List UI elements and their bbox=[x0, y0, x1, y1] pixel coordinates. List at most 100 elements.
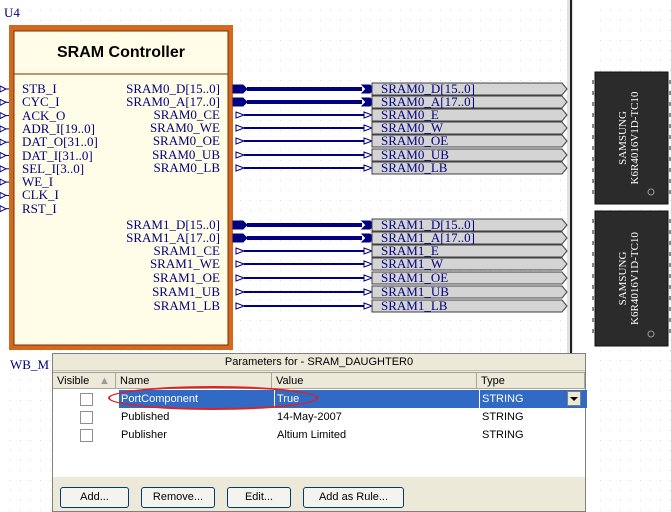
chip-pin bbox=[592, 285, 595, 289]
port-label: SRAM1_LB bbox=[381, 298, 448, 313]
bidirectional-pin-icon bbox=[232, 84, 248, 94]
chip-pin bbox=[592, 124, 595, 128]
left-pin-label: DAT_O[31..0] bbox=[22, 134, 98, 150]
chip-pin bbox=[592, 91, 595, 95]
chip-pin bbox=[592, 274, 595, 278]
chip-pin bbox=[592, 307, 595, 311]
port-arrow-icon bbox=[363, 247, 374, 255]
component-title: SRAM Controller bbox=[57, 44, 185, 61]
highlight-ellipse bbox=[108, 386, 318, 410]
port-arrow-icon bbox=[363, 137, 374, 145]
left-pin-marker-icon bbox=[0, 165, 8, 173]
chip-part-label: K6R4016V1D-TC10 bbox=[629, 91, 641, 185]
chip-pin bbox=[592, 179, 595, 183]
cell-name: Published bbox=[121, 411, 170, 423]
add-button-label: Add... bbox=[80, 491, 109, 503]
chip-pin bbox=[592, 263, 595, 267]
chip-brand-label: SAMSUNG bbox=[617, 251, 629, 306]
right-pin-label: SRAM1_LB bbox=[153, 298, 220, 313]
chip-pin bbox=[592, 252, 595, 256]
left-pin-label: CLK_I bbox=[22, 187, 59, 203]
left-pin-label: ADR_I[19..0] bbox=[22, 120, 95, 136]
cell-type[interactable]: STRING bbox=[480, 426, 587, 444]
cell-value: Altium Limited bbox=[277, 429, 347, 441]
port-arrow-icon bbox=[363, 260, 374, 268]
visible-checkbox[interactable] bbox=[80, 429, 93, 442]
column-header-type[interactable]: Type bbox=[477, 373, 585, 389]
left-pin-marker-icon bbox=[0, 178, 8, 186]
port-arrow-icon bbox=[363, 302, 374, 310]
left-pin-marker-icon bbox=[0, 138, 8, 146]
left-pin-marker-icon bbox=[0, 191, 8, 199]
cell-type[interactable]: STRING bbox=[480, 408, 587, 426]
chip-pin bbox=[592, 318, 595, 322]
cell-value: 14-May-2007 bbox=[277, 411, 342, 423]
column-header-visible[interactable]: Visible ▲ bbox=[53, 373, 116, 389]
visible-checkbox[interactable] bbox=[80, 411, 93, 424]
right-pin-label: SRAM1_UB bbox=[152, 284, 220, 299]
chip-pin bbox=[592, 296, 595, 300]
left-pin-label: WE_I bbox=[22, 174, 54, 190]
column-header-value[interactable]: Value bbox=[272, 373, 477, 389]
output-pin-icon bbox=[235, 151, 246, 159]
chip-pin bbox=[592, 241, 595, 245]
port-label: SRAM1_W bbox=[381, 256, 444, 271]
left-pin-label: RST_I bbox=[22, 200, 57, 216]
left-pin-label: STB_I bbox=[22, 81, 57, 96]
type-dropdown-button[interactable] bbox=[567, 391, 581, 406]
chip-pin bbox=[592, 80, 595, 84]
right-pin-label: SRAM0_OE bbox=[152, 133, 220, 148]
right-pin-label: SRAM1_OE bbox=[152, 270, 220, 285]
component-designator: U4 bbox=[4, 5, 20, 20]
left-pin-label: ACK_O bbox=[22, 107, 66, 123]
chip-pin bbox=[592, 146, 595, 150]
left-pin-marker-icon bbox=[0, 98, 8, 106]
chip-pin bbox=[592, 135, 595, 139]
remove-button-label: Remove... bbox=[152, 491, 204, 503]
left-pin-marker-icon bbox=[0, 205, 8, 213]
chip-pin bbox=[592, 230, 595, 234]
add-as-rule-button[interactable]: Add as Rule... bbox=[303, 487, 404, 508]
bidirectional-pin-icon bbox=[232, 220, 248, 230]
output-pin-icon bbox=[235, 260, 246, 268]
left-pin-marker-icon bbox=[0, 85, 8, 93]
chip-pin bbox=[592, 219, 595, 223]
output-pin-icon bbox=[235, 288, 246, 296]
remove-button[interactable]: Remove... bbox=[141, 487, 215, 508]
bidirectional-pin-icon bbox=[232, 97, 248, 107]
parameter-row[interactable]: Published 14-May-2007 STRING bbox=[53, 408, 585, 426]
chip-pin bbox=[592, 102, 595, 106]
chip-pin bbox=[592, 168, 595, 172]
port-label: SRAM1_OE bbox=[381, 270, 449, 285]
chip-pin bbox=[592, 113, 595, 117]
left-pin-label: CYC_I bbox=[22, 94, 60, 110]
parameters-dialog: Parameters for - SRAM_DAUGHTER0 Visible … bbox=[52, 353, 587, 512]
sort-arrow-icon: ▲ bbox=[99, 375, 110, 387]
dialog-title: Parameters for - SRAM_DAUGHTER0 bbox=[53, 354, 585, 371]
left-pin-marker-icon bbox=[0, 125, 8, 133]
left-pin-marker-icon bbox=[0, 151, 8, 160]
output-pin-icon bbox=[235, 111, 246, 119]
add-button[interactable]: Add... bbox=[60, 487, 129, 508]
left-pin-label: SEL_I[3..0] bbox=[22, 160, 85, 176]
edit-button[interactable]: Edit... bbox=[227, 487, 291, 508]
port-label: SRAM0_OE bbox=[381, 133, 449, 148]
bidirectional-pin-icon bbox=[232, 233, 248, 243]
visible-checkbox[interactable] bbox=[80, 393, 93, 406]
edit-button-label: Edit... bbox=[244, 491, 274, 503]
right-pin-label: SRAM1_WE bbox=[149, 256, 220, 271]
port-label: SRAM1_UB bbox=[381, 284, 449, 299]
left-pin-label: DAT_I[31..0] bbox=[22, 147, 93, 163]
parameter-row[interactable]: Publisher Altium Limited STRING bbox=[53, 426, 585, 444]
chip-pin bbox=[592, 157, 595, 161]
column-header-visible-label: Visible bbox=[57, 375, 90, 387]
hidden-net-label: WB_M bbox=[10, 357, 49, 372]
left-pin-marker-icon bbox=[0, 112, 8, 120]
port-arrow-icon bbox=[363, 151, 374, 159]
output-pin-icon bbox=[235, 302, 246, 310]
chip-part-label: K6R4016V1D-TC10 bbox=[629, 232, 641, 325]
parameters-grid[interactable]: Visible ▲ Name Value Type PortComponent T… bbox=[53, 372, 587, 477]
chip-pin bbox=[592, 329, 595, 333]
parameter-row[interactable]: PortComponent True STRING bbox=[53, 386, 587, 410]
chip-pin bbox=[592, 190, 595, 194]
